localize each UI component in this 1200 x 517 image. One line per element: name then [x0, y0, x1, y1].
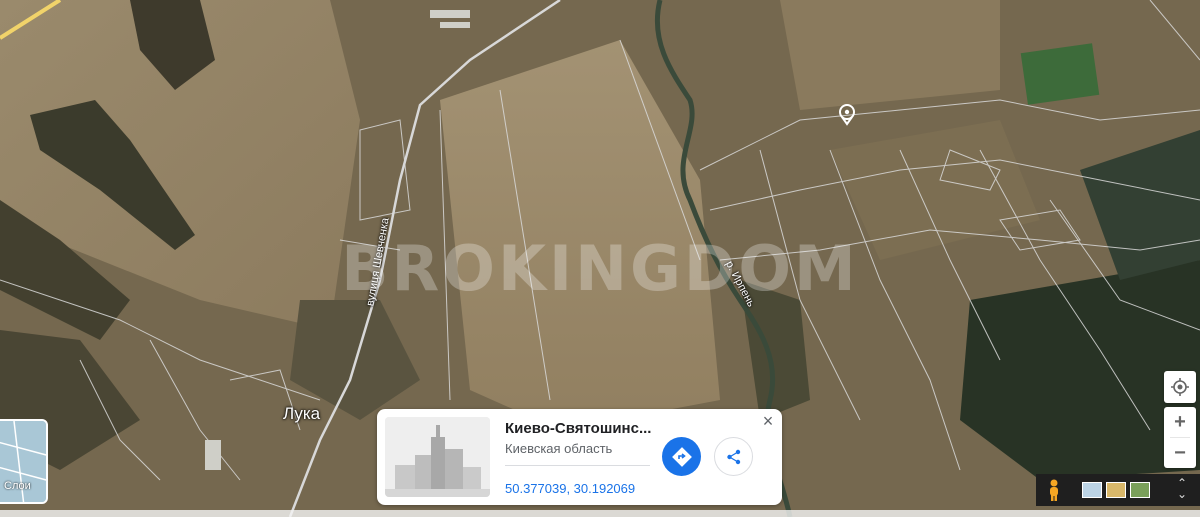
directions-button[interactable] — [662, 437, 701, 476]
card-divider — [505, 465, 650, 466]
my-location-button[interactable] — [1164, 371, 1196, 403]
zoom-control: + − — [1164, 407, 1196, 468]
imagery-thumbnail[interactable] — [1082, 482, 1102, 498]
layers-button[interactable]: Слои — [0, 419, 48, 504]
sports-field — [1020, 43, 1100, 105]
watermark: BROKINGDOM — [341, 232, 859, 305]
layers-label: Слои — [4, 480, 31, 492]
close-button[interactable]: × — [758, 411, 778, 431]
place-title: Киево-Святошинс... — [505, 420, 652, 437]
zoom-in-button[interactable]: + — [1164, 407, 1196, 437]
directions-icon — [671, 446, 692, 467]
building-icon — [385, 417, 490, 497]
expand-icon[interactable]: ⌃ ⌄ — [1172, 477, 1192, 502]
place-info-card[interactable]: Киево-Святошинс... Киевская область 50.3… — [377, 409, 782, 505]
place-coordinates[interactable]: 50.377039, 30.192069 — [505, 481, 635, 496]
place-label: Лука — [283, 404, 321, 423]
bottom-toolbar: ⌃ ⌄ — [1036, 474, 1200, 506]
my-location-icon — [1171, 378, 1189, 396]
imagery-thumbnail[interactable] — [1106, 482, 1126, 498]
share-icon — [726, 449, 740, 464]
place-region: Киевская область — [505, 441, 613, 456]
share-button[interactable] — [714, 437, 753, 476]
imagery-thumbnail[interactable] — [1130, 482, 1150, 498]
street-view-icon[interactable] — [1044, 478, 1064, 502]
attribution-bar — [0, 510, 1200, 517]
zoom-out-button[interactable]: − — [1164, 438, 1196, 468]
place-thumbnail — [385, 417, 490, 497]
